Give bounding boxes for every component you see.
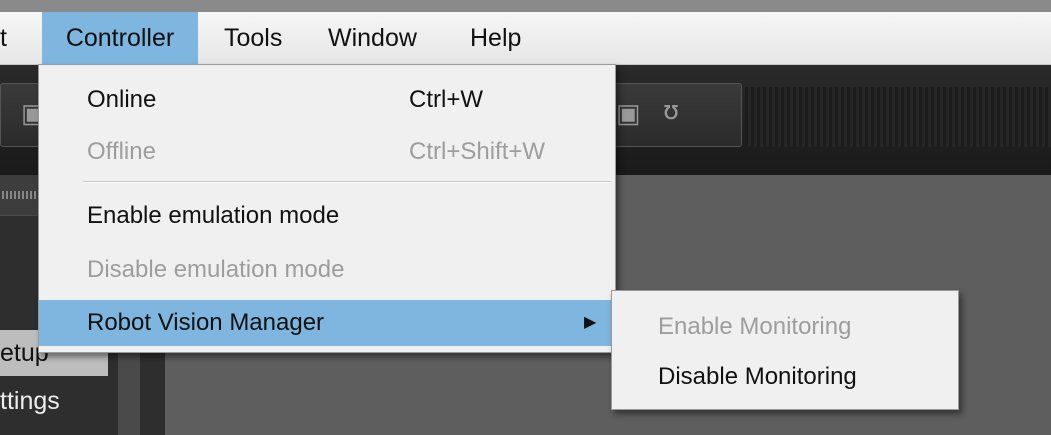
submenu-arrow-icon: ▶ [584,314,597,331]
menu-item-label: Disable Monitoring [658,363,857,390]
menu-window[interactable]: Window [328,12,417,64]
menu-partial-item[interactable]: t [0,12,28,64]
menu-item-offline[interactable]: Offline Ctrl+Shift+W [39,129,615,175]
menu-item-shortcut: Ctrl+W [409,86,483,113]
menu-separator [83,181,611,183]
menu-item-disable-emulation[interactable]: Disable emulation mode [39,247,615,293]
menu-item-shortcut: Ctrl+Shift+W [409,138,546,165]
left-panel-item-settings[interactable]: ttings [0,378,108,424]
menu-item-label: Offline [87,138,156,165]
menu-item-label: Online [87,86,157,113]
menu-help[interactable]: Help [470,12,521,64]
controller-menu-dropdown: Online Ctrl+W Offline Ctrl+Shift+W Enabl… [38,64,616,353]
menu-item-enable-monitoring[interactable]: Enable Monitoring [612,304,958,350]
menu-item-online[interactable]: Online Ctrl+W [39,77,615,123]
menu-item-label: Enable Monitoring [658,313,852,340]
menu-tools[interactable]: Tools [224,12,282,64]
menu-item-enable-emulation[interactable]: Enable emulation mode [39,193,615,239]
toolbar-right-grip [745,87,1051,147]
menu-item-disable-monitoring[interactable]: Disable Monitoring [612,354,958,400]
menu-controller[interactable]: Controller [42,12,198,64]
window-top-strip [0,0,1051,12]
toolbar-frame-icon[interactable]: ▣ [616,98,641,129]
robot-arm-icon[interactable]: ʊ [663,96,679,126]
robot-vision-submenu: Enable Monitoring Disable Monitoring [611,290,959,410]
menu-item-label: Robot Vision Manager [87,309,325,336]
menu-bar: t Controller Tools Window Help [0,12,1051,65]
menu-item-robot-vision-manager[interactable]: Robot Vision Manager ▶ [39,300,615,346]
menu-item-label: Enable emulation mode [87,202,340,229]
menu-item-label: Disable emulation mode [87,256,345,283]
